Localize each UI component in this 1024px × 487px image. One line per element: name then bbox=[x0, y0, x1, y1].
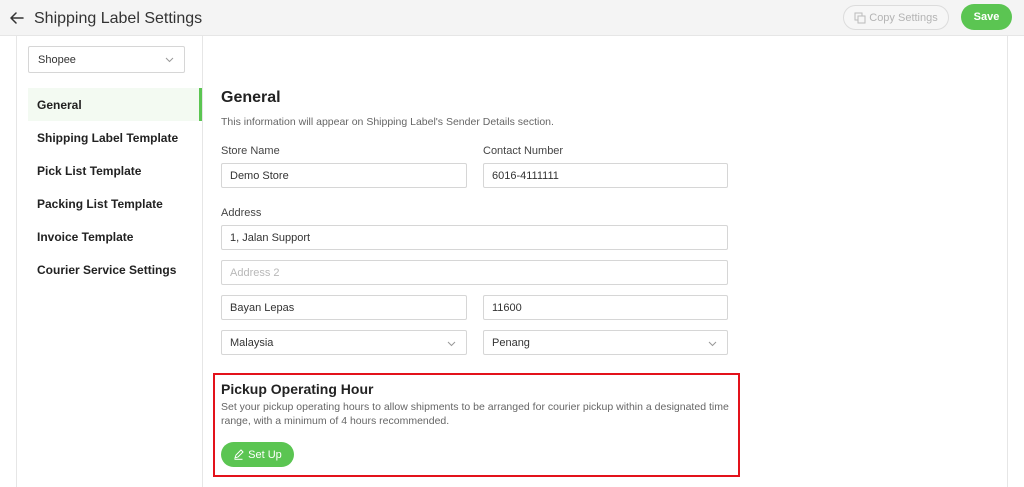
copy-settings-label: Copy Settings bbox=[869, 11, 938, 24]
state-select[interactable]: Penang bbox=[483, 330, 728, 355]
sidebar-item-courier-service-settings[interactable]: Courier Service Settings bbox=[28, 253, 202, 286]
platform-select[interactable]: Shopee bbox=[28, 46, 185, 73]
sidebar-item-label: Shipping Label Template bbox=[37, 130, 179, 145]
sidebar-item-label: Courier Service Settings bbox=[37, 262, 177, 277]
platform-select-value: Shopee bbox=[38, 53, 76, 66]
chevron-down-icon bbox=[165, 55, 174, 64]
setup-label: Set Up bbox=[248, 448, 282, 461]
address-line2-input[interactable] bbox=[221, 260, 728, 285]
sidebar-item-packing-list-template[interactable]: Packing List Template bbox=[28, 187, 202, 220]
store-name-input[interactable] bbox=[221, 163, 467, 188]
copy-settings-button[interactable]: Copy Settings bbox=[843, 5, 949, 30]
top-bar: Shipping Label Settings Copy Settings Sa… bbox=[0, 0, 1024, 36]
sidebar-item-label: General bbox=[37, 97, 82, 112]
country-select[interactable]: Malaysia bbox=[221, 330, 467, 355]
sidebar-item-shipping-label-template[interactable]: Shipping Label Template bbox=[28, 121, 202, 154]
store-name-label: Store Name bbox=[221, 145, 280, 157]
arrow-left-icon[interactable] bbox=[9, 9, 25, 27]
address-label: Address bbox=[221, 207, 262, 219]
pickup-title: Pickup Operating Hour bbox=[221, 381, 374, 397]
city-input[interactable] bbox=[221, 295, 467, 320]
save-button[interactable]: Save bbox=[961, 4, 1012, 30]
sidebar-item-label: Pick List Template bbox=[37, 163, 142, 178]
country-select-value: Malaysia bbox=[230, 336, 274, 349]
sidebar-item-pick-list-template[interactable]: Pick List Template bbox=[28, 154, 202, 187]
section-subtitle: This information will appear on Shipping… bbox=[221, 116, 554, 128]
postcode-input[interactable] bbox=[483, 295, 728, 320]
pencil-icon bbox=[233, 449, 244, 460]
section-title: General bbox=[221, 89, 281, 106]
chevron-down-icon bbox=[708, 339, 717, 348]
left-divider bbox=[16, 36, 17, 487]
chevron-down-icon bbox=[447, 339, 456, 348]
copy-icon bbox=[854, 12, 866, 24]
sidebar-divider bbox=[202, 36, 203, 487]
sidebar-item-label: Invoice Template bbox=[37, 229, 134, 244]
address-line1-input[interactable] bbox=[221, 225, 728, 250]
contact-number-input[interactable] bbox=[483, 163, 728, 188]
pickup-description: Set your pickup operating hours to allow… bbox=[221, 401, 729, 427]
sidebar-item-label: Packing List Template bbox=[37, 196, 163, 211]
contact-number-label: Contact Number bbox=[483, 145, 564, 157]
setup-button[interactable]: Set Up bbox=[221, 442, 294, 467]
state-select-value: Penang bbox=[492, 336, 530, 349]
right-divider bbox=[1007, 36, 1008, 487]
sidebar-item-invoice-template[interactable]: Invoice Template bbox=[28, 220, 202, 253]
page-title: Shipping Label Settings bbox=[34, 10, 203, 27]
sidebar-item-general[interactable]: General bbox=[28, 88, 202, 121]
sidebar-nav: General Shipping Label Template Pick Lis… bbox=[28, 88, 202, 286]
